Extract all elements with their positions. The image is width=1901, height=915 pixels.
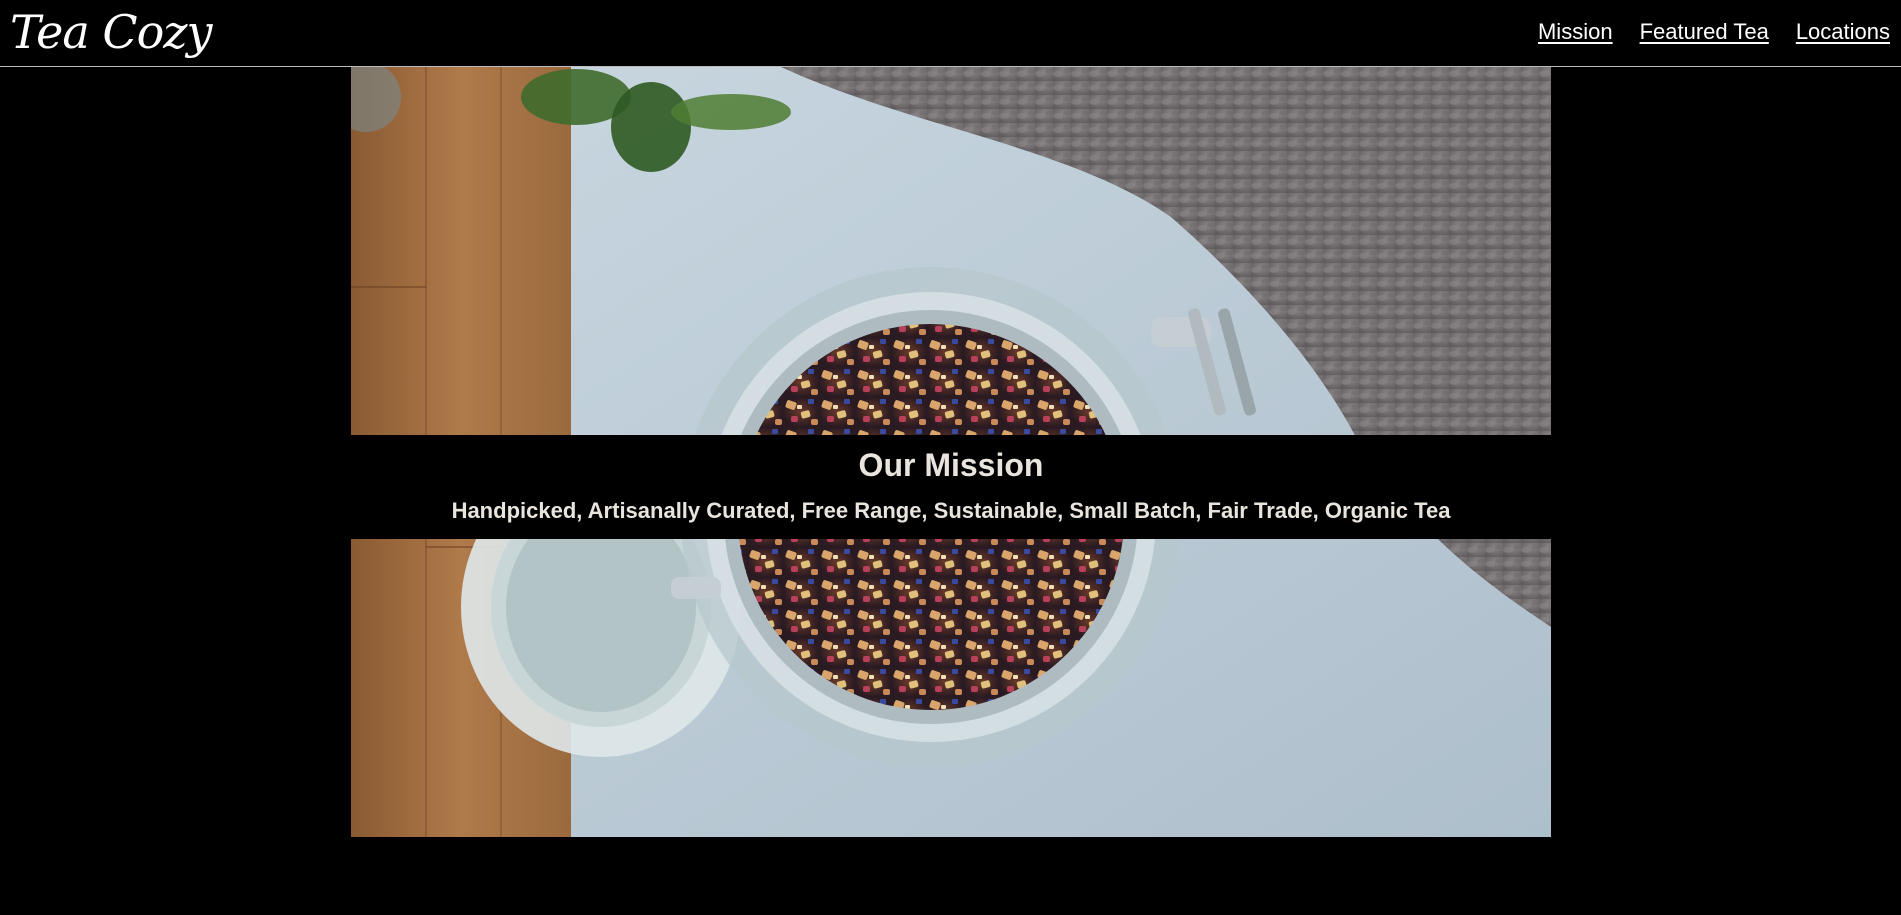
mission-hero: Our Mission Handpicked, Artisanally Cura… [351,67,1551,837]
main-nav: Mission Featured Tea Locations [1538,19,1890,45]
site-header: Tea Cozy Mission Featured Tea Locations [0,0,1901,67]
nav-link-locations[interactable]: Locations [1796,19,1890,45]
nav-link-mission[interactable]: Mission [1538,19,1613,45]
mission-banner: Our Mission Handpicked, Artisanally Cura… [351,435,1551,539]
nav-link-featured-tea[interactable]: Featured Tea [1640,19,1769,45]
mission-title: Our Mission [858,447,1044,483]
brand-logo[interactable]: Tea Cozy [10,2,212,62]
mission-subtitle: Handpicked, Artisanally Curated, Free Ra… [451,498,1451,523]
